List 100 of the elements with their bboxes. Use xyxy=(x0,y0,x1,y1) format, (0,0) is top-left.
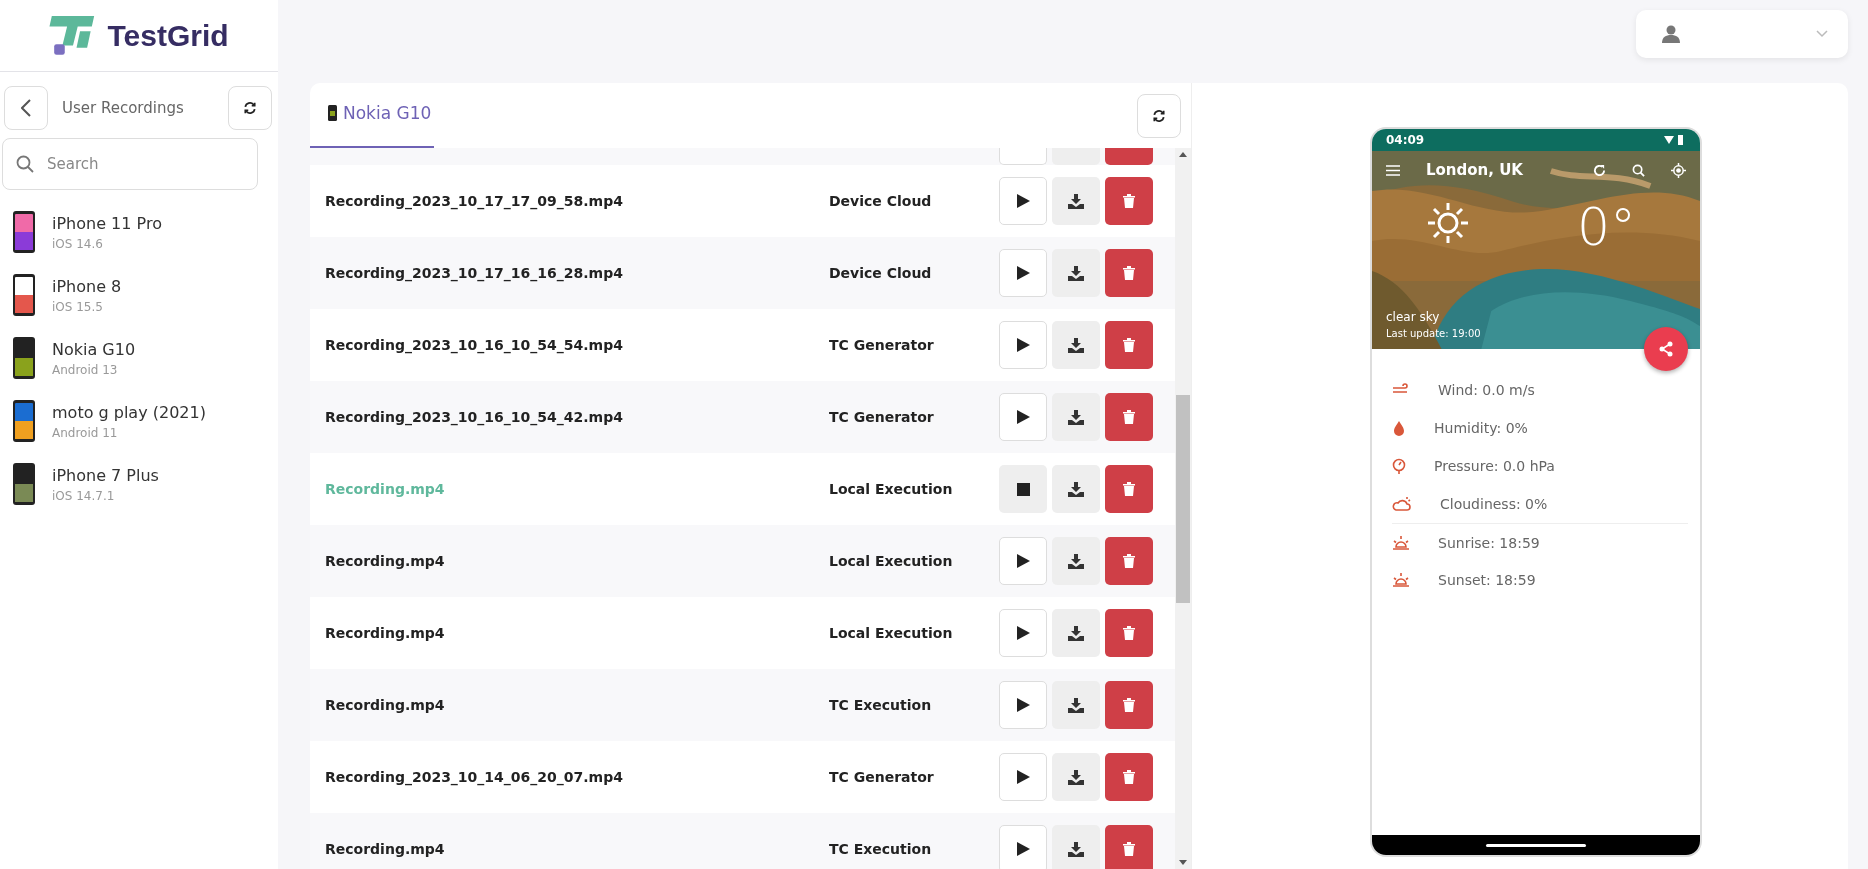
download-icon xyxy=(1068,769,1084,785)
scroll-up-icon xyxy=(1179,152,1187,157)
download-button[interactable] xyxy=(1052,177,1100,225)
delete-button[interactable] xyxy=(1105,177,1153,225)
file-name: Recording.mp4 xyxy=(325,481,446,497)
play-icon xyxy=(1016,770,1030,784)
device-os: iOS 14.6 xyxy=(52,236,104,251)
trash-icon xyxy=(1123,194,1135,208)
file-name: Recording_2023_10_14_06_20_07.mp4 xyxy=(325,769,624,785)
refresh-button[interactable] xyxy=(1137,93,1181,138)
source-label: Local Execution xyxy=(829,553,954,569)
device-name: moto g play (2021) xyxy=(52,402,206,422)
sun-icon xyxy=(1426,201,1470,245)
download-button[interactable] xyxy=(1052,825,1100,869)
device-name: iPhone 7 Plus xyxy=(52,465,159,485)
delete-button[interactable] xyxy=(1105,681,1153,729)
panel-title: User Recordings xyxy=(62,99,185,117)
device-name: iPhone 11 Pro xyxy=(52,213,162,233)
device-os: Android 11 xyxy=(52,425,119,440)
delete-button[interactable] xyxy=(1105,393,1153,441)
device-os: Android 13 xyxy=(52,362,119,377)
download-button[interactable] xyxy=(1052,465,1100,513)
drop-icon xyxy=(1392,420,1406,436)
download-button[interactable] xyxy=(1052,609,1100,657)
play-button[interactable] xyxy=(999,321,1047,369)
search-icon xyxy=(1632,163,1645,177)
play-button[interactable] xyxy=(999,249,1047,297)
phone-icon xyxy=(12,273,36,317)
source-label: Device Cloud xyxy=(829,265,933,281)
file-name: Recording_2023_10_16_10_54_42.mp4 xyxy=(325,409,624,425)
delete-button[interactable] xyxy=(1105,249,1153,297)
temperature: 0° xyxy=(1576,201,1636,253)
delete-button[interactable] xyxy=(1105,321,1153,369)
trash-icon xyxy=(1123,338,1135,352)
phone-icon xyxy=(12,336,36,380)
download-icon xyxy=(1068,697,1084,713)
trash-icon xyxy=(1123,410,1135,424)
device-os: iOS 15.5 xyxy=(52,299,104,314)
weather-detail: Humidity: 0% xyxy=(1434,420,1528,436)
download-icon xyxy=(1068,265,1084,281)
play-button[interactable] xyxy=(999,609,1047,657)
source-label: TC Generator xyxy=(829,409,935,425)
delete-button[interactable] xyxy=(1105,465,1153,513)
city-name: London, UK xyxy=(1426,161,1524,179)
sunrise-icon xyxy=(1392,534,1410,551)
device-item[interactable]: iPhone 11 Pro iOS 14.6 xyxy=(12,210,278,254)
stop-icon xyxy=(1016,482,1030,496)
play-button[interactable] xyxy=(999,537,1047,585)
device-item[interactable]: iPhone 8 iOS 15.5 xyxy=(12,273,278,317)
device-os: iOS 14.7.1 xyxy=(52,488,116,503)
device-item[interactable]: moto g play (2021) Android 11 xyxy=(12,399,278,443)
play-button[interactable] xyxy=(999,393,1047,441)
delete-button[interactable] xyxy=(1105,753,1153,801)
play-button[interactable] xyxy=(999,825,1047,869)
menu-icon xyxy=(1386,164,1400,176)
download-button[interactable] xyxy=(1052,537,1100,585)
download-button[interactable] xyxy=(1052,753,1100,801)
play-button[interactable] xyxy=(999,753,1047,801)
play-icon xyxy=(1016,194,1030,208)
source-label: TC Generator xyxy=(829,337,935,353)
delete-button[interactable] xyxy=(1105,537,1153,585)
trash-icon xyxy=(1123,554,1135,568)
download-button[interactable] xyxy=(1052,681,1100,729)
user-icon xyxy=(1662,25,1680,43)
last-update: Last update: 19:00 xyxy=(1386,328,1482,339)
source-label: TC Generator xyxy=(829,769,935,785)
refresh-icon xyxy=(1152,108,1166,123)
play-icon xyxy=(1016,410,1030,424)
device-item[interactable]: iPhone 7 Plus iOS 14.7.1 xyxy=(12,462,278,506)
search-field[interactable]: Search xyxy=(2,138,258,190)
stop-button[interactable] xyxy=(999,465,1047,513)
device-item[interactable]: Nokia G10 Android 13 xyxy=(12,336,278,380)
play-icon xyxy=(1016,698,1030,712)
back-button[interactable] xyxy=(4,86,48,130)
delete-button[interactable] xyxy=(1105,825,1153,869)
download-icon xyxy=(1068,337,1084,353)
phone-icon xyxy=(328,104,337,121)
share-icon xyxy=(1658,341,1674,357)
trash-icon xyxy=(1123,482,1135,496)
chevron-left-icon xyxy=(21,99,31,117)
play-button[interactable] xyxy=(999,177,1047,225)
file-name: Recording_2023_10_17_16_16_28.mp4 xyxy=(325,265,624,281)
trash-icon xyxy=(1123,266,1135,280)
share-button[interactable] xyxy=(1644,327,1688,371)
refresh-icon xyxy=(1593,163,1606,177)
refresh-button[interactable] xyxy=(228,86,272,130)
play-button[interactable] xyxy=(999,681,1047,729)
delete-button[interactable] xyxy=(1105,609,1153,657)
source-label: Local Execution xyxy=(829,481,954,497)
download-button[interactable] xyxy=(1052,393,1100,441)
scrollbar-thumb[interactable] xyxy=(1176,394,1190,603)
signal-icon xyxy=(1664,135,1686,145)
refresh-icon xyxy=(243,101,257,115)
download-icon xyxy=(1068,841,1084,857)
download-button[interactable] xyxy=(1052,321,1100,369)
source-label: Local Execution xyxy=(829,625,954,641)
phone-icon xyxy=(12,462,36,506)
download-button[interactable] xyxy=(1052,249,1100,297)
device-name: Nokia G10 xyxy=(52,339,136,359)
weather-detail: Sunset: 18:59 xyxy=(1438,572,1536,588)
